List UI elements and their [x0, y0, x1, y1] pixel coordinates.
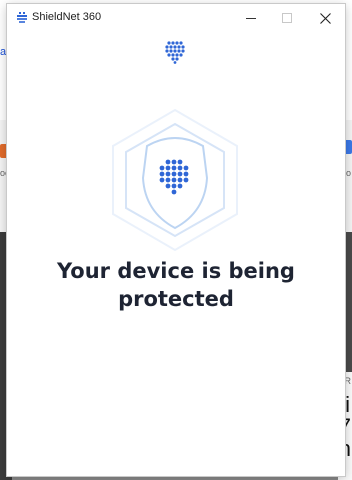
app-logo-icon — [17, 12, 27, 23]
shieldnet-app-window: ShieldNet 360 Your device is being prote… — [7, 4, 345, 476]
window-titlebar[interactable]: ShieldNet 360 — [7, 4, 345, 32]
minimize-icon — [246, 17, 256, 19]
protection-status-headline: Your device is being protected — [57, 259, 295, 311]
shieldnet-heart-dots-icon — [165, 41, 185, 64]
close-icon — [319, 12, 331, 24]
shield-hexagon-icon — [112, 108, 238, 252]
window-title: ShieldNet 360 — [32, 11, 102, 23]
maximize-button[interactable] — [269, 4, 305, 32]
maximize-icon — [282, 13, 292, 23]
background-blue-icon — [344, 140, 352, 154]
background-label-fragment-right: lo — [343, 168, 351, 178]
close-button[interactable] — [307, 4, 343, 32]
minimize-button[interactable] — [233, 4, 269, 32]
